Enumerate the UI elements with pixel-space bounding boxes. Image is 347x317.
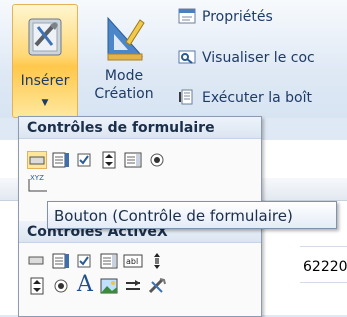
activex-toggle-button-control[interactable] — [123, 277, 143, 295]
spinner-icon — [102, 151, 116, 169]
design-mode-button[interactable]: Mode Création — [84, 4, 164, 114]
chevron-down-icon: ▼ — [41, 98, 49, 108]
properties-label: Propriétés — [202, 9, 273, 25]
activex-image-control[interactable] — [99, 277, 119, 295]
view-code-label: Visualiser le coc — [202, 50, 315, 66]
insert-controls-button[interactable]: Insérer ▼ — [12, 4, 78, 118]
design-mode-icon — [107, 16, 145, 61]
form-groupbox-control[interactable]: XYZ — [27, 174, 47, 192]
activex-checkbox-control[interactable] — [75, 252, 95, 270]
view-code-icon — [178, 50, 196, 64]
toolbox-icon — [28, 18, 62, 56]
form-combobox-control[interactable] — [51, 151, 71, 169]
cell-value[interactable]: 62220 — [303, 259, 347, 275]
image-icon — [100, 278, 118, 294]
button-control-icon — [29, 156, 45, 165]
activex-more-controls[interactable] — [147, 277, 167, 295]
combobox-icon — [52, 253, 69, 269]
listbox-icon — [124, 152, 142, 168]
ribbon: Insérer ▼ Mode Création Propriétés Visua… — [0, 0, 347, 118]
radio-icon — [150, 153, 164, 167]
insert-label: Insérer — [20, 73, 70, 89]
more-controls-icon — [148, 278, 166, 294]
listbox-icon — [100, 253, 118, 269]
view-code-button[interactable]: Visualiser le coc — [178, 49, 315, 69]
form-button-control[interactable] — [27, 151, 47, 169]
activex-label-control[interactable]: A — [73, 273, 97, 297]
textbox-icon: abl — [123, 254, 143, 268]
radio-icon — [54, 279, 68, 293]
form-controls-heading: Contrôles de formulaire — [19, 117, 261, 139]
toggle-button-icon — [126, 280, 140, 290]
svg-text:XYZ: XYZ — [30, 174, 44, 182]
form-checkbox-control[interactable] — [75, 151, 95, 169]
tooltip: Bouton (Contrôle de formulaire) — [47, 201, 337, 229]
activex-scrollbar-control[interactable] — [147, 252, 167, 270]
mode-label-line1: Mode — [104, 68, 144, 84]
grid-line — [300, 282, 347, 283]
button-control-icon — [28, 256, 44, 265]
activex-listbox-control[interactable] — [99, 252, 119, 270]
activex-spinner-control[interactable] — [27, 277, 47, 295]
checkbox-icon — [77, 153, 91, 167]
spinner-icon — [30, 277, 44, 295]
properties-icon — [178, 8, 196, 24]
run-dialog-button[interactable]: Exécuter la boît — [178, 89, 312, 109]
groupbox-icon: XYZ — [28, 174, 47, 192]
mode-label-line2: Création — [94, 86, 154, 102]
activex-combobox-control[interactable] — [51, 252, 71, 270]
combobox-icon — [52, 152, 69, 168]
grid-line — [300, 246, 347, 247]
activex-button-control[interactable] — [27, 252, 47, 270]
run-dialog-label: Exécuter la boît — [202, 90, 312, 106]
form-listbox-control[interactable] — [123, 151, 143, 169]
properties-button[interactable]: Propriétés — [178, 8, 273, 28]
scrollbar-icon — [154, 253, 160, 269]
form-spinner-control[interactable] — [99, 151, 119, 169]
svg-text:abl: abl — [126, 257, 138, 266]
form-option-button-control[interactable] — [147, 151, 167, 169]
activex-textbox-control[interactable]: abl — [123, 252, 143, 270]
activex-option-button-control[interactable] — [51, 277, 71, 295]
run-dialog-icon — [179, 89, 193, 105]
checkbox-icon — [77, 254, 91, 268]
